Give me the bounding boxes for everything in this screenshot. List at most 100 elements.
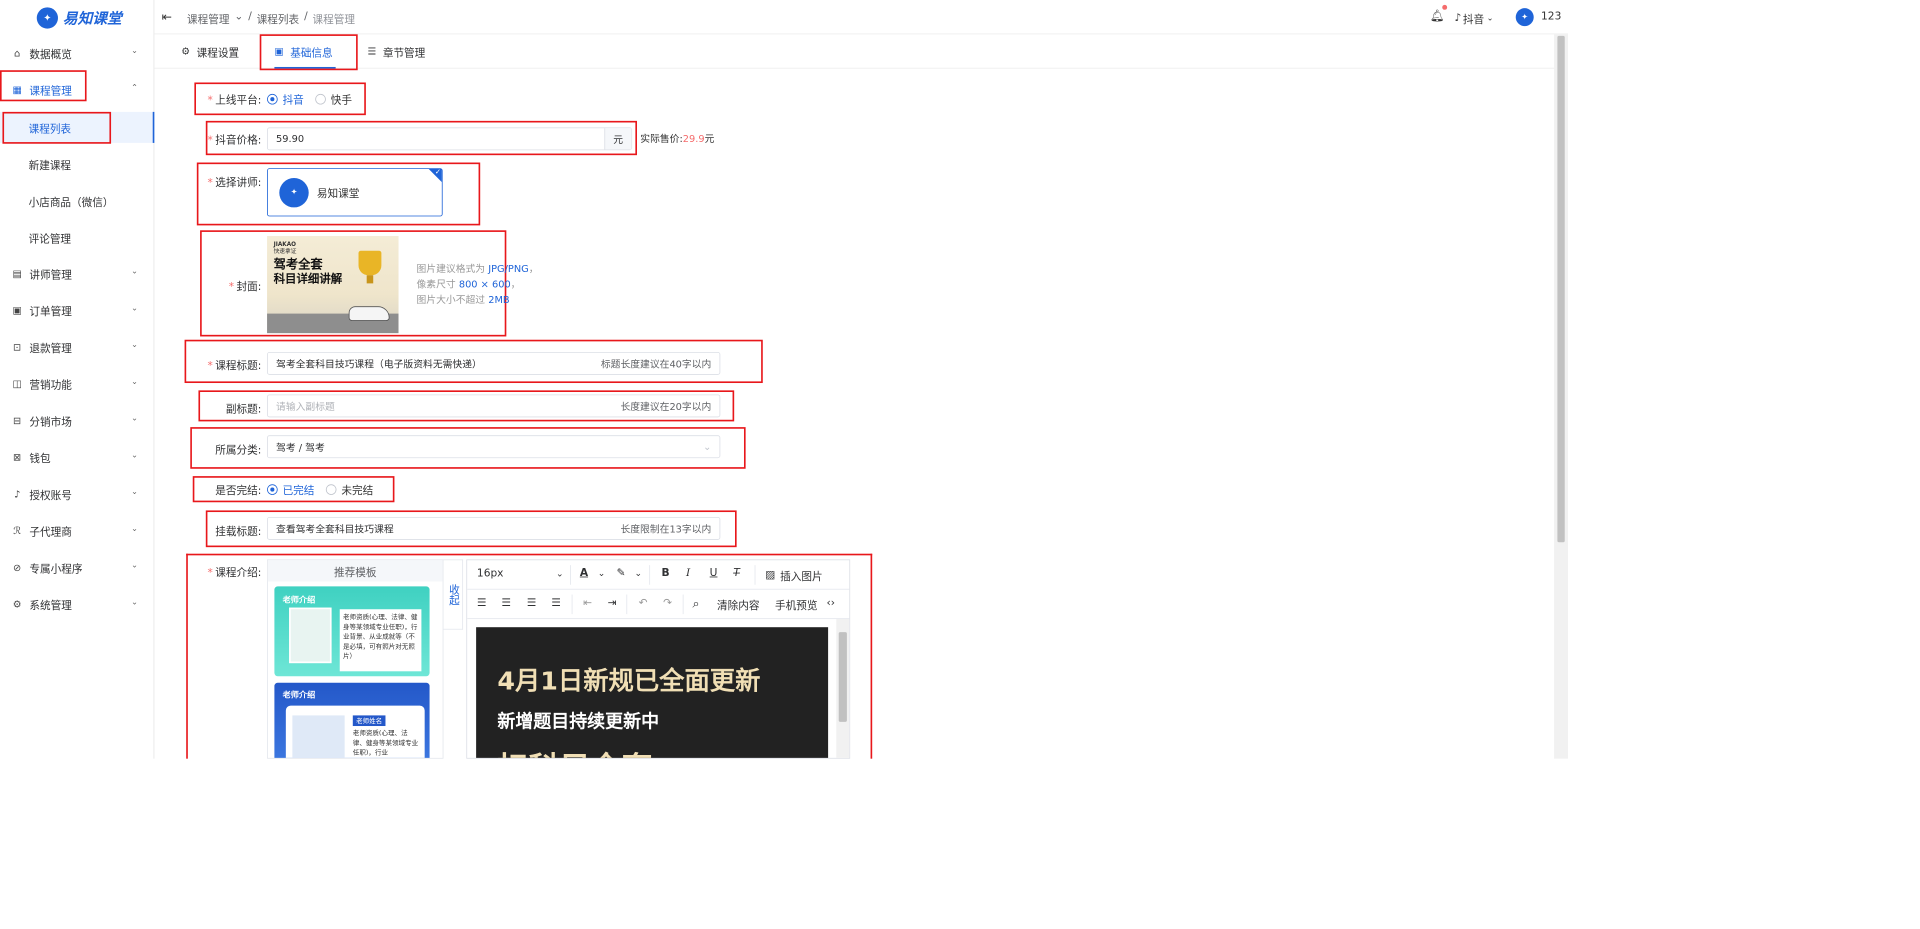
radio-kuaishou[interactable]: 快手: [315, 91, 352, 107]
sidebar-item-dashboard[interactable]: ⌂ 数据概览 ⌄: [0, 38, 154, 67]
tab-bar: ⚙ 课程设置 ▣ 基础信息 ☰ 章节管理: [154, 34, 1569, 69]
breadcrumb-item[interactable]: 课程列表: [257, 11, 299, 26]
marketing-icon: ◫: [12, 378, 22, 390]
radio-finished[interactable]: 已完结: [267, 482, 314, 497]
finished-label: 是否完结:: [215, 485, 262, 498]
template-card[interactable]: 老师介绍 老师姓名 老师资质(心理、法律、健身等某领域专业任职)，行业: [274, 682, 430, 758]
notification-dot: [1442, 4, 1448, 10]
check-icon: ✓: [434, 168, 442, 177]
sidebar-item-marketing[interactable]: ◫ 营销功能 ⌄: [0, 369, 154, 398]
tab-course-settings[interactable]: ⚙ 课程设置: [181, 34, 239, 68]
category-select[interactable]: 驾考 / 驾考 ⌄: [267, 435, 721, 459]
toolbar-divider: [570, 565, 571, 585]
mount-input[interactable]: 查看驾考全套科目技巧课程 长度限制在13字以内: [267, 516, 721, 540]
logo-icon: ✦: [36, 7, 58, 29]
highlight-box: [2, 111, 112, 144]
sidebar-item-orders[interactable]: ▣ 订单管理 ⌄: [0, 296, 154, 325]
sidebar-item-label: 退款管理: [29, 342, 72, 355]
platform-radio-group: 抖音 快手: [267, 91, 363, 107]
align-left-icon[interactable]: ☰: [477, 597, 487, 609]
sidebar-item-distribution[interactable]: ⊟ 分销市场 ⌄: [0, 406, 154, 435]
category-label: 所属分类:: [215, 444, 262, 457]
font-color-icon[interactable]: A: [580, 567, 588, 579]
chevron-down-icon: ⌄: [703, 441, 712, 453]
editor-content[interactable]: 4月1日新规已全面更新 新增题目持续更新中 扣科目全套: [476, 627, 829, 758]
insert-image-button[interactable]: ▨ 插入图片: [765, 568, 822, 583]
brand-logo[interactable]: ✦ 易知课堂: [36, 7, 122, 30]
sidebar-subitem-new-course[interactable]: 新建课程: [0, 149, 154, 180]
template-photo: [292, 715, 345, 758]
underline-icon[interactable]: U: [710, 567, 718, 579]
sidebar-item-refund[interactable]: ⊡ 退款管理 ⌄: [0, 332, 154, 361]
editor-toolbar-row2: ☰ ☰ ☰ ☰ ⇤ ⇥ ↶ ↷ ⌕ 清除内容 手机预览 ‹›: [467, 590, 850, 620]
toolbar-divider: [626, 594, 628, 615]
actual-price: 实际售价:29.9元: [640, 133, 715, 145]
sidebar-subitem-comments[interactable]: 评论管理: [0, 222, 154, 253]
align-right-icon[interactable]: ☰: [527, 597, 537, 609]
highlight-box: [0, 70, 87, 102]
mobile-preview-button[interactable]: 手机预览: [775, 597, 817, 612]
bell-icon[interactable]: 🔔︎: [1430, 10, 1445, 23]
teacher-card[interactable]: ✦ 易知课堂 ✓: [267, 168, 443, 217]
sidebar-item-settings[interactable]: ⚙ 系统管理 ⌄: [0, 590, 154, 619]
editor-scrollbar-thumb[interactable]: [838, 632, 847, 722]
highlight-color-icon[interactable]: ✎: [617, 567, 626, 579]
chevron-down-icon[interactable]: ⌄: [598, 568, 606, 579]
breadcrumb-item[interactable]: 课程管理: [187, 11, 229, 26]
template-card[interactable]: 老师介绍 老师资质(心理、法律、健身等某领域专业任职)，行业背景、从业成就等（不…: [274, 586, 430, 677]
title-input[interactable]: 驾考全套科目技巧课程（电子版资料无需快递） 标题长度建议在40字以内: [267, 351, 721, 375]
toolbar-divider: [649, 565, 651, 585]
sidebar-item-agent[interactable]: ℛ 子代理商 ⌄: [0, 516, 154, 545]
font-size-value: 16px: [476, 567, 504, 580]
sidebar-item-label: 专属小程序: [29, 563, 83, 576]
menu-fold-icon[interactable]: ⇤: [162, 10, 172, 25]
platform-label: * 上线平台:: [207, 94, 262, 107]
refund-icon: ⊡: [13, 341, 22, 353]
subtitle-input[interactable]: 请输入副标题 长度建议在20字以内: [267, 394, 721, 418]
user-name[interactable]: 123: [1541, 11, 1561, 23]
outdent-icon[interactable]: ⇤: [583, 597, 592, 609]
redo-icon[interactable]: ↷: [663, 597, 672, 609]
search-icon[interactable]: ⌕: [693, 596, 700, 611]
trophy-stem: [366, 275, 374, 284]
cover-image-text: 快速拿证: [273, 248, 297, 255]
chevron-down-icon: ⌄: [555, 568, 564, 580]
code-view-icon[interactable]: ‹›: [826, 597, 834, 609]
chevron-down-icon: ⌄: [131, 561, 139, 571]
cover-image[interactable]: JIAKAO 快速拿证 驾考全套 科目详细讲解: [267, 236, 399, 334]
home-icon: ⌂: [14, 47, 21, 59]
undo-icon[interactable]: ↶: [639, 597, 648, 609]
toolbar-divider: [682, 594, 684, 615]
trophy-icon: [358, 250, 382, 276]
chevron-down-icon: ⌄: [1486, 13, 1494, 23]
sidebar-item-teacher[interactable]: ▤ 讲师管理 ⌄: [0, 259, 154, 288]
tab-chapters[interactable]: ☰ 章节管理: [368, 34, 426, 68]
auth-icon: ♪: [14, 488, 21, 500]
sidebar-subitem-shop-goods[interactable]: 小店商品（微信）: [0, 185, 154, 216]
clear-format-icon[interactable]: T̶: [733, 567, 739, 579]
italic-icon[interactable]: I: [686, 567, 690, 579]
toolbar-divider: [571, 594, 573, 615]
align-justify-icon[interactable]: ☰: [551, 597, 561, 609]
indent-icon[interactable]: ⇥: [608, 597, 617, 609]
breadcrumb-separator: /: [304, 10, 308, 23]
page-scrollbar-thumb[interactable]: [1557, 35, 1565, 543]
brand-name: 易知课堂: [62, 10, 122, 28]
chevron-down-icon: ⌄: [131, 267, 139, 277]
mount-hint: 长度限制在13字以内: [620, 523, 712, 535]
price-input[interactable]: 59.90 元: [267, 127, 633, 151]
bold-icon[interactable]: B: [662, 567, 670, 579]
sidebar-item-miniapp[interactable]: ⊘ 专属小程序 ⌄: [0, 553, 154, 582]
clear-content-button[interactable]: 清除内容: [717, 597, 759, 612]
chevron-down-icon[interactable]: ⌄: [635, 568, 643, 579]
sidebar-item-wallet[interactable]: ⊠ 钱包 ⌄: [0, 443, 154, 472]
chevron-down-icon: ⌄: [131, 487, 139, 497]
radio-douyin[interactable]: 抖音: [267, 91, 304, 107]
radio-unfinished[interactable]: 未完结: [325, 482, 373, 497]
platform-switch[interactable]: ♪ 抖音 ⌄: [1454, 11, 1494, 26]
avatar[interactable]: ✦: [1515, 8, 1534, 27]
sidebar-item-auth[interactable]: ♪ 授权账号 ⌄: [0, 479, 154, 508]
collapse-button[interactable]: 收起: [443, 559, 464, 630]
font-size-select[interactable]: 16px ⌄: [477, 568, 564, 580]
align-center-icon[interactable]: ☰: [501, 597, 511, 609]
